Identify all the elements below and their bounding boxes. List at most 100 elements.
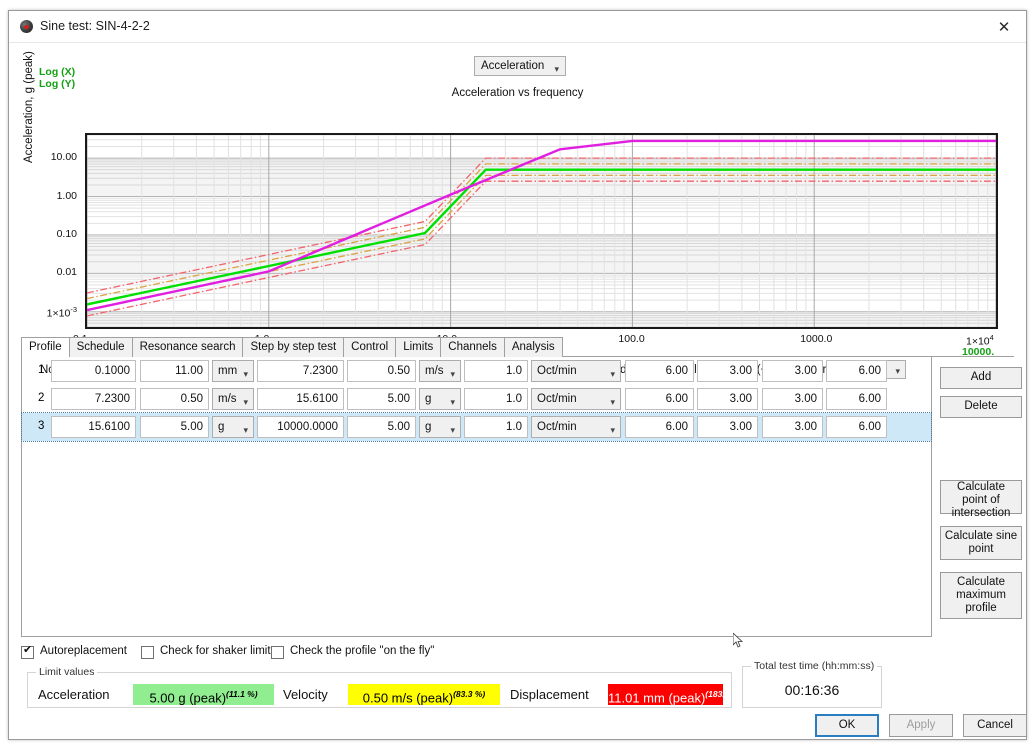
abort-minus-input[interactable]: 6.00	[625, 360, 694, 382]
start-amp-input[interactable]: 0.50	[140, 388, 209, 410]
end-freq-input[interactable]: 7.2300	[257, 360, 344, 382]
sweep-rate-input-value: 1.0	[506, 393, 522, 405]
abort-minus-input[interactable]: 6.00	[625, 388, 694, 410]
tab-schedule[interactable]: Schedule	[68, 337, 133, 357]
tab-profile[interactable]: Profile	[21, 337, 70, 358]
tol-minus-input[interactable]: 3.00	[697, 388, 758, 410]
cancel-button[interactable]: Cancel	[963, 714, 1027, 737]
sweep-rate-input[interactable]: 1.0	[464, 416, 528, 438]
end-amp-input-value: 5.00	[387, 421, 410, 433]
start-unit-select-value: m/s	[218, 393, 237, 405]
limit-value-text: 0.50 m/s (peak)	[362, 690, 454, 706]
ok-button[interactable]: OK	[815, 714, 879, 737]
table-row[interactable]: 3 15.6100 5.00 g ▾ 10000.0000 5.00 g ▾ 1.0 Oct/min…	[21, 412, 932, 442]
start-freq-input[interactable]: 7.2300	[51, 388, 136, 410]
end-amp-input[interactable]: 5.00	[347, 388, 416, 410]
abort-plus-input[interactable]: 6.00	[826, 360, 887, 382]
chevron-down-icon: ▾	[243, 425, 248, 435]
start-freq-input[interactable]: 15.6100	[51, 416, 136, 438]
tol-plus-input[interactable]: 3.00	[762, 360, 823, 382]
velocity-value: 0.50 m/s (peak)(83.3 %)	[348, 684, 500, 705]
chart-plot-area	[85, 133, 998, 329]
y-tick-label: 0.01	[56, 266, 77, 279]
chart-quantity-select[interactable]: Acceleration ▾	[474, 56, 566, 76]
checkbox-shaker-limits[interactable]	[141, 646, 154, 659]
sweep-rate-unit-select-value: Oct/min	[537, 421, 577, 433]
limit-value-text: 5.00 g (peak)	[149, 690, 227, 706]
checkbox-on-the-fly[interactable]	[271, 646, 284, 659]
abort-plus-input[interactable]: 6.00	[826, 388, 887, 410]
profile-grid: No. Start freq, Hz Start amp. End freq, …	[21, 357, 932, 637]
end-freq-input[interactable]: 10000.0000	[257, 416, 344, 438]
checkbox-autoreplacement[interactable]	[21, 644, 34, 659]
tol-plus-input[interactable]: 3.00	[762, 416, 823, 438]
sweep-rate-input-value: 1.0	[506, 421, 522, 433]
tab-channels[interactable]: Channels	[440, 337, 505, 357]
apply-button[interactable]: Apply	[889, 714, 953, 737]
end-freq-input[interactable]: 15.6100	[257, 388, 344, 410]
chevron-down-icon: ▾	[610, 369, 615, 379]
tab-limits[interactable]: Limits	[395, 337, 442, 357]
calculate-intersection-button[interactable]: Calculate point of intersection	[940, 480, 1022, 519]
close-icon[interactable]: ✕	[982, 11, 1026, 42]
end-amp-input-value: 0.50	[387, 365, 410, 377]
end-unit-select-value: g	[425, 393, 432, 405]
limit-value-text: 11.01 mm (peak)	[608, 690, 706, 706]
chevron-down-icon: ▾	[450, 397, 455, 407]
sweep-rate-input[interactable]: 1.0	[464, 388, 528, 410]
start-unit-select[interactable]: mm ▾	[212, 360, 254, 382]
start-amp-input[interactable]: 5.00	[140, 416, 209, 438]
end-amp-input[interactable]: 0.50	[347, 360, 416, 382]
tab-label: Resonance search	[139, 341, 236, 353]
add-button[interactable]: Add	[940, 367, 1022, 389]
end-unit-select-value: g	[425, 421, 432, 433]
tol-plus-input[interactable]: 3.00	[762, 388, 823, 410]
abort-plus-input[interactable]: 6.00	[826, 416, 887, 438]
calculate-maximum-profile-button[interactable]: Calculate maximum profile	[940, 572, 1022, 619]
tol-minus-input-value: 3.00	[729, 393, 752, 405]
sweep-rate-unit-select-value: Oct/min	[537, 365, 577, 377]
limit-value-percent: (83.3 %)	[453, 689, 486, 699]
delete-button[interactable]: Delete	[940, 396, 1022, 418]
tab-label: Control	[351, 341, 389, 353]
start-unit-select[interactable]: g ▾	[212, 416, 254, 438]
chevron-down-icon: ▾	[610, 397, 615, 407]
tab-control[interactable]: Control	[343, 337, 397, 357]
start-freq-input[interactable]: 0.1000	[51, 360, 136, 382]
abort-minus-input[interactable]: 6.00	[625, 416, 694, 438]
sweep-rate-input[interactable]: 1.0	[464, 360, 528, 382]
tol-minus-input[interactable]: 3.00	[697, 360, 758, 382]
chart-svg	[87, 135, 996, 327]
end-unit-select[interactable]: g ▾	[419, 416, 461, 438]
tab-label: Step by step test	[250, 341, 337, 353]
tab-step-by-step-test[interactable]: Step by step test	[242, 337, 345, 357]
end-unit-select[interactable]: g ▾	[419, 388, 461, 410]
sweep-rate-unit-select[interactable]: Oct/min ▾	[531, 360, 621, 382]
tab-label: Schedule	[76, 341, 125, 353]
tab-analysis[interactable]: Analysis	[503, 337, 563, 357]
chart-title: Acceleration vs frequency	[451, 87, 584, 99]
tol-minus-input[interactable]: 3.00	[697, 416, 758, 438]
start-unit-select-value: mm	[218, 365, 238, 377]
end-unit-select[interactable]: m/s ▾	[419, 360, 461, 382]
start-amp-input[interactable]: 11.00	[140, 360, 209, 382]
table-row[interactable]: 1 0.1000 11.00 mm ▾ 7.2300 0.50 m/s ▾ 1.0 Oct/min ▾…	[22, 357, 931, 385]
calculate-sine-point-button[interactable]: Calculate sine point	[940, 526, 1022, 560]
sweep-rate-unit-select[interactable]: Oct/min ▾	[531, 416, 621, 438]
start-amp-input-value: 11.00	[175, 365, 203, 377]
start-freq-input-value: 7.2300	[94, 393, 130, 405]
start-unit-select[interactable]: m/s ▾	[212, 388, 254, 410]
tab-resonance-search[interactable]: Resonance search	[131, 337, 244, 357]
checkbox-label: Check for shaker limits	[160, 645, 277, 657]
sine-test-dialog: Sine test: SIN-4-2-2 ✕ Acceleration ▾ Lo…	[8, 10, 1027, 740]
abort-minus-input-value: 6.00	[665, 421, 688, 433]
tab-bar: Profile Schedule Resonance search Step by s…	[21, 337, 1014, 358]
total-test-time-title: Total test time (hh:mm:ss)	[751, 660, 878, 672]
checkbox-label: Check the profile "on the fly"	[290, 645, 435, 657]
table-row[interactable]: 2 7.2300 0.50 m/s ▾ 15.6100 5.00 g ▾ 1.0 Oct/min ▾ 6…	[22, 385, 931, 413]
tab-label: Profile	[29, 341, 62, 353]
sweep-rate-input-value: 1.0	[506, 365, 522, 377]
sweep-rate-unit-select[interactable]: Oct/min ▾	[531, 388, 621, 410]
start-unit-select-value: g	[218, 421, 225, 433]
end-amp-input[interactable]: 5.00	[347, 416, 416, 438]
